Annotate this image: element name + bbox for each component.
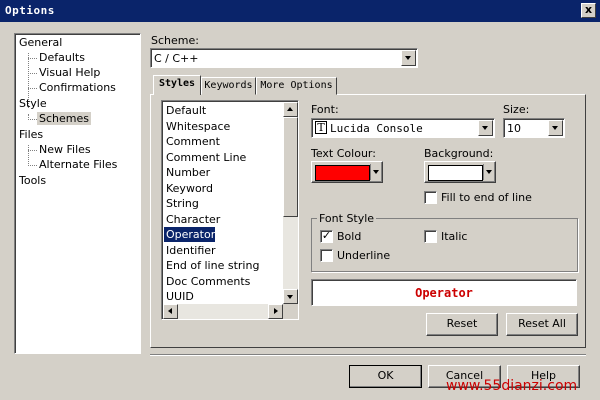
size-value: 10 bbox=[507, 122, 521, 135]
background-swatch bbox=[428, 165, 483, 181]
scroll-up-icon[interactable] bbox=[283, 102, 298, 117]
tree-item-new-files[interactable]: New Files bbox=[39, 143, 91, 156]
tab-styles[interactable]: Styles bbox=[153, 75, 201, 95]
tree-item-general[interactable]: General bbox=[19, 36, 62, 49]
close-button[interactable]: x bbox=[581, 3, 596, 18]
style-list-item[interactable]: Doc Comments bbox=[164, 274, 250, 289]
font-label: Font: bbox=[311, 103, 339, 116]
tree-connector bbox=[28, 119, 37, 120]
style-list-item[interactable]: Operator bbox=[164, 227, 216, 242]
separator bbox=[150, 354, 586, 356]
watermark: www.55dianzi.com bbox=[446, 378, 578, 394]
fill-to-eol-checkbox[interactable] bbox=[424, 191, 437, 204]
picker-divider bbox=[370, 164, 371, 180]
styles-hscroll[interactable] bbox=[163, 304, 283, 319]
tree-item-files[interactable]: Files bbox=[19, 128, 43, 141]
title-bar[interactable]: Options x bbox=[0, 0, 600, 22]
text-colour-picker[interactable] bbox=[311, 161, 383, 183]
font-combo[interactable]: T Lucida Console bbox=[311, 118, 495, 138]
style-list-item[interactable]: Character bbox=[164, 212, 220, 227]
underline-checkbox[interactable] bbox=[320, 249, 333, 262]
ok-button[interactable]: OK bbox=[349, 365, 422, 388]
style-preview: Operator bbox=[311, 279, 577, 306]
fill-to-eol-label[interactable]: Fill to end of line bbox=[441, 191, 532, 204]
tree-item-schemes[interactable]: Schemes bbox=[37, 112, 91, 125]
tab-more-options[interactable]: More Options bbox=[256, 77, 337, 95]
style-list-item[interactable]: Comment Line bbox=[164, 150, 246, 165]
chevron-down-icon[interactable] bbox=[478, 120, 493, 136]
scroll-thumb[interactable] bbox=[283, 117, 298, 217]
background-label: Background: bbox=[424, 147, 494, 160]
font-style-group bbox=[311, 218, 578, 272]
tree-item-visual-help[interactable]: Visual Help bbox=[39, 66, 100, 79]
tree-connector bbox=[28, 58, 37, 59]
scheme-label: Scheme: bbox=[151, 34, 199, 47]
text-colour-label: Text Colour: bbox=[311, 147, 376, 160]
tree-connector bbox=[28, 73, 37, 74]
scroll-right-icon[interactable] bbox=[268, 304, 283, 319]
style-list-item[interactable]: String bbox=[164, 196, 199, 211]
styles-vscroll[interactable] bbox=[283, 102, 298, 304]
style-list-item[interactable]: UUID bbox=[164, 289, 194, 304]
scroll-left-icon[interactable] bbox=[163, 304, 178, 319]
scheme-combo[interactable]: C / C++ bbox=[150, 48, 418, 68]
italic-label[interactable]: Italic bbox=[441, 230, 467, 243]
style-list-item[interactable]: End of line string bbox=[164, 258, 259, 273]
tab-keywords[interactable]: Keywords bbox=[201, 77, 256, 95]
style-list-item[interactable]: Number bbox=[164, 165, 210, 180]
reset-all-button[interactable]: Reset All bbox=[506, 313, 578, 336]
scheme-value: C / C++ bbox=[154, 52, 199, 65]
chevron-down-icon[interactable] bbox=[401, 50, 416, 66]
font-style-title: Font Style bbox=[317, 212, 377, 225]
tree-item-confirmations[interactable]: Confirmations bbox=[39, 81, 116, 94]
tree-connector bbox=[28, 150, 37, 151]
picker-divider bbox=[483, 164, 484, 180]
tree-connector bbox=[28, 88, 37, 89]
chevron-down-icon[interactable] bbox=[548, 120, 563, 136]
size-combo[interactable]: 10 bbox=[503, 118, 565, 138]
underline-label[interactable]: Underline bbox=[337, 249, 390, 262]
italic-checkbox[interactable] bbox=[424, 230, 437, 243]
style-list-item[interactable]: Identifier bbox=[164, 243, 216, 258]
chevron-down-icon bbox=[486, 170, 492, 174]
options-tree[interactable]: General Defaults Visual Help Confirmatio… bbox=[14, 33, 141, 354]
text-colour-swatch bbox=[315, 165, 370, 181]
truetype-icon: T bbox=[315, 121, 327, 134]
style-list-item[interactable]: Keyword bbox=[164, 181, 213, 196]
tree-item-tools[interactable]: Tools bbox=[19, 174, 46, 187]
preview-text: Operator bbox=[415, 286, 473, 300]
close-icon: x bbox=[584, 3, 593, 16]
scroll-corner bbox=[283, 304, 298, 319]
styles-list[interactable]: Default Whitespace Comment Comment Line Numb… bbox=[161, 100, 299, 320]
tree-connector bbox=[28, 145, 29, 166]
tree-connector bbox=[28, 165, 37, 166]
bold-label[interactable]: Bold bbox=[337, 230, 361, 243]
tree-item-alternate-files[interactable]: Alternate Files bbox=[39, 158, 117, 171]
style-list-item[interactable]: Comment bbox=[164, 134, 220, 149]
style-list-item[interactable]: Default bbox=[164, 103, 206, 118]
chevron-down-icon bbox=[373, 170, 379, 174]
style-list-item[interactable]: Whitespace bbox=[164, 119, 230, 134]
reset-button[interactable]: Reset bbox=[426, 313, 498, 336]
bold-checkbox[interactable]: ✓ bbox=[320, 230, 333, 243]
background-colour-picker[interactable] bbox=[424, 161, 496, 183]
size-label: Size: bbox=[503, 103, 530, 116]
font-value: Lucida Console bbox=[330, 122, 423, 135]
tree-item-defaults[interactable]: Defaults bbox=[39, 51, 85, 64]
window-title: Options bbox=[5, 4, 55, 17]
scroll-down-icon[interactable] bbox=[283, 289, 298, 304]
tree-item-style[interactable]: Style bbox=[19, 97, 47, 110]
